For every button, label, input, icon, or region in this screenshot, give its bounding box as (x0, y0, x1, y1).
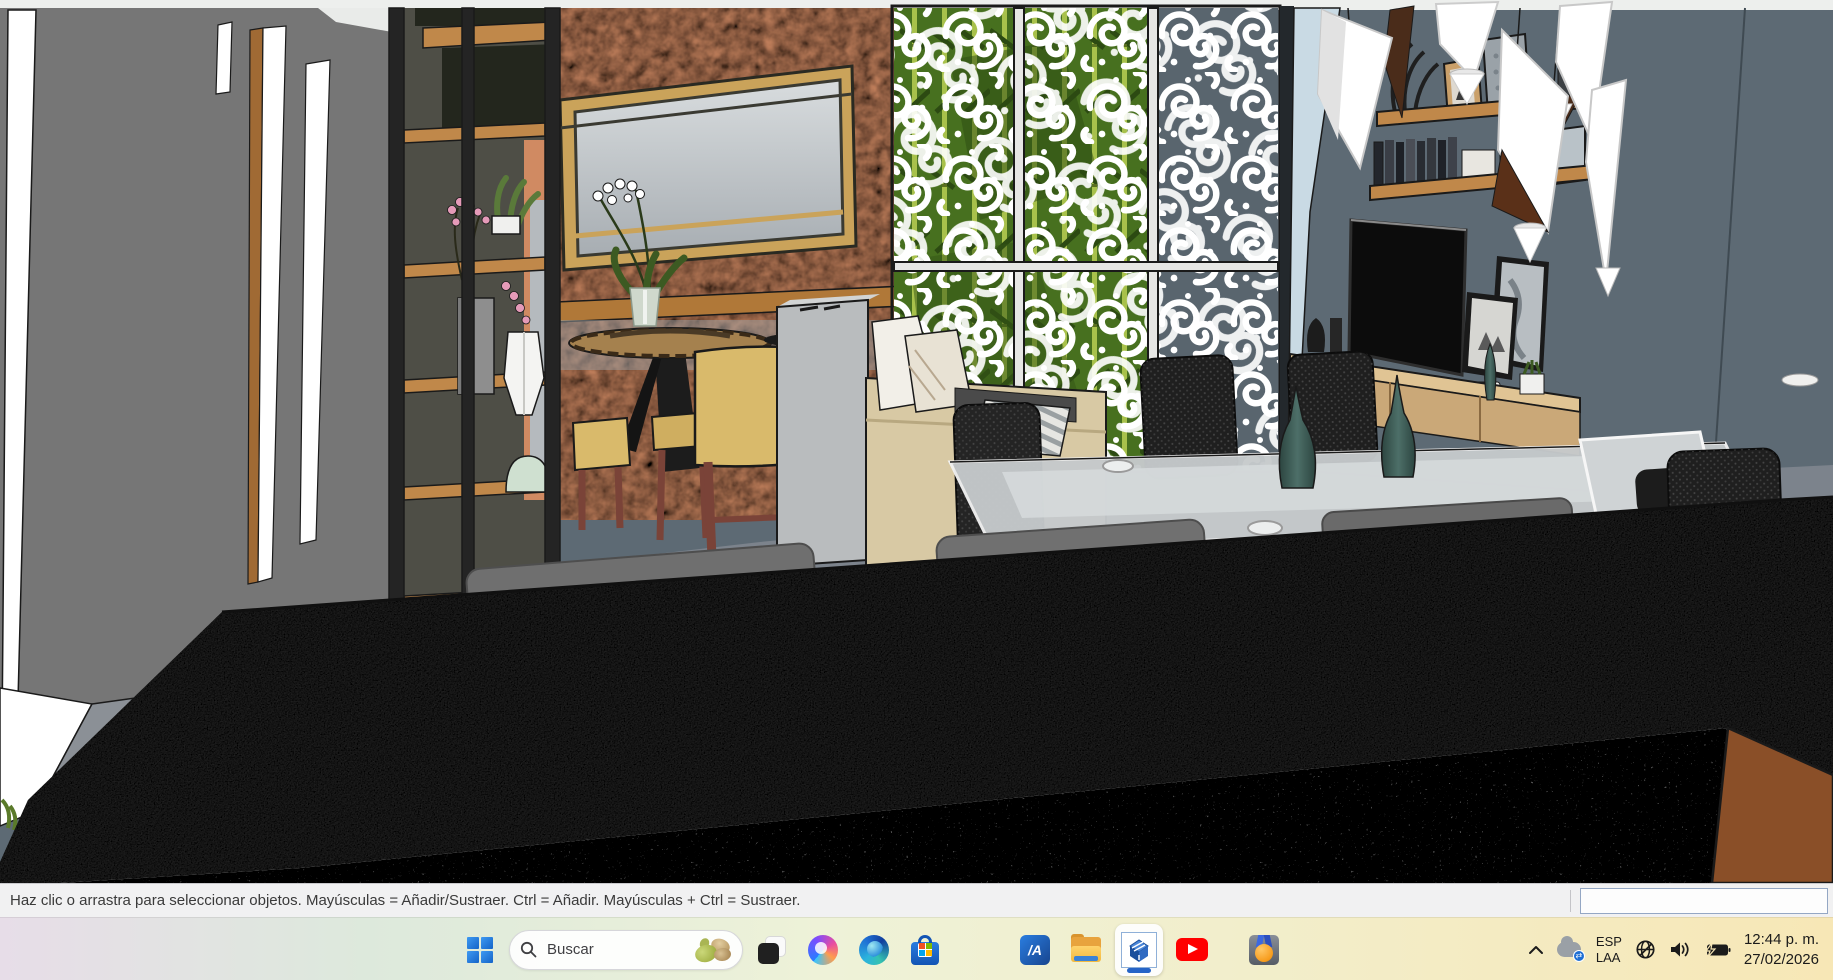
file-explorer-icon (1071, 937, 1101, 962)
medal-app-icon (1249, 935, 1279, 965)
sketchup-active-button[interactable] (1115, 924, 1163, 976)
clock[interactable]: 12:44 p. m. 27/02/2026 (1744, 930, 1819, 969)
measurements-input[interactable] (1580, 888, 1828, 914)
network-button[interactable] (1635, 939, 1656, 960)
search-label: Buscar (547, 941, 684, 958)
youtube-button[interactable] (1170, 926, 1214, 974)
globe-no-internet-icon (1635, 939, 1656, 960)
taskbar: Buscar /A (0, 917, 1833, 980)
store-icon (911, 935, 939, 965)
volume-button[interactable] (1669, 940, 1691, 959)
tray-date: 27/02/2026 (1744, 951, 1819, 968)
search-input[interactable]: Buscar (509, 930, 743, 970)
active-app-indicator (1127, 968, 1151, 973)
onedrive-sync-icon: ⇄ (1557, 940, 1583, 960)
taskbar-center: Buscar /A (458, 918, 1286, 980)
edge-icon (859, 935, 889, 965)
windows-logo-icon (467, 937, 493, 963)
statusbar-divider (1570, 890, 1571, 912)
task-view-icon (758, 936, 786, 964)
start-button[interactable] (458, 926, 502, 974)
speaker-icon (1669, 940, 1691, 959)
battery-button[interactable] (1704, 942, 1731, 958)
chevron-up-icon (1528, 945, 1544, 955)
autocad-icon: /A (1020, 935, 1050, 965)
copilot-icon (808, 935, 838, 965)
file-explorer-button[interactable] (1064, 926, 1108, 974)
model-viewport-canvas[interactable] (0, 0, 1833, 883)
sketchup-icon (1121, 932, 1157, 968)
wall-mirror (560, 66, 856, 270)
search-icon (520, 941, 537, 958)
tray-time: 12:44 p. m. (1744, 931, 1819, 948)
sketchup-window: Haz clic o arrastra para seleccionar obj… (0, 0, 1833, 980)
search-daily-image-icon[interactable] (694, 936, 732, 964)
youtube-icon (1176, 938, 1208, 961)
keyboard-layout-code: LAA (1596, 950, 1621, 965)
microsoft-store-button[interactable] (903, 926, 947, 974)
medal-app-button[interactable] (1242, 926, 1286, 974)
system-tray: ⇄ ESP LAA (1528, 918, 1833, 980)
scene-3d-render (0, 0, 1833, 883)
status-bar: Haz clic o arrastra para seleccionar obj… (0, 883, 1833, 917)
onedrive-sync-button[interactable]: ⇄ (1557, 940, 1583, 960)
language-code: ESP (1596, 934, 1622, 949)
language-indicator[interactable]: ESP LAA (1596, 934, 1622, 965)
task-view-button[interactable] (750, 926, 794, 974)
status-message: Haz clic o arrastra para seleccionar obj… (0, 892, 800, 909)
tray-chevron-button[interactable] (1528, 945, 1544, 955)
edge-button[interactable] (852, 926, 896, 974)
autocad-button[interactable]: /A (1013, 926, 1057, 974)
battery-charging-icon (1704, 942, 1731, 958)
copilot-button[interactable] (801, 926, 845, 974)
